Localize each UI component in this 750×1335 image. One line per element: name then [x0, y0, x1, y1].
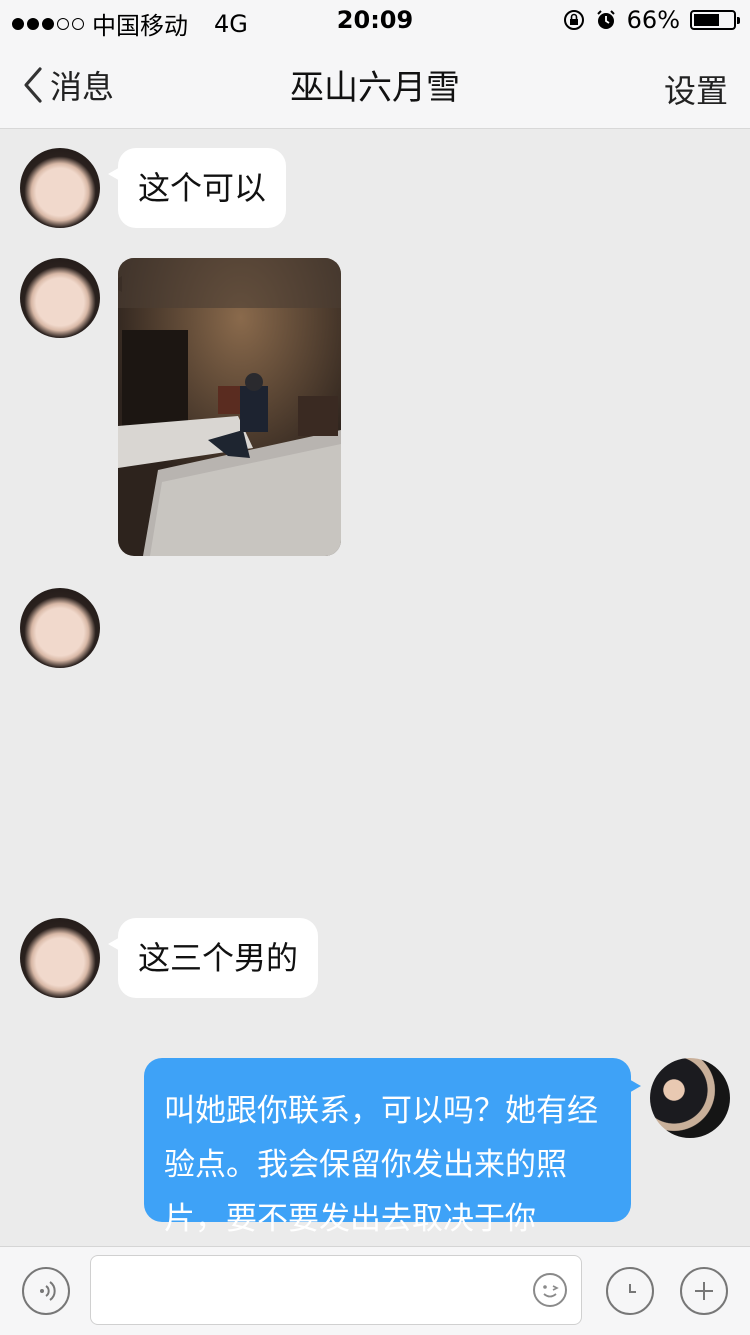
- contact-avatar[interactable]: [20, 148, 100, 228]
- plus-icon: [695, 1282, 713, 1300]
- signal-icon: [12, 17, 84, 30]
- contact-avatar[interactable]: [20, 918, 100, 998]
- message-text: 这个可以: [138, 169, 267, 207]
- battery-icon: [690, 10, 740, 30]
- voice-icon: [40, 1281, 56, 1301]
- carrier-label: 中国移动: [92, 12, 188, 40]
- battery-fill: [694, 14, 720, 26]
- emoji-icon[interactable]: [533, 1273, 567, 1307]
- status-left: 中国移动 4G: [12, 6, 248, 41]
- message-text: 叫她跟你联系，可以吗？她有经验点。我会保留你发出来的照片，要不要发出去取决于你: [164, 1093, 598, 1237]
- back-label: 消息: [50, 68, 115, 106]
- outgoing-message-bubble[interactable]: 叫她跟你联系，可以吗？她有经验点。我会保留你发出来的照片，要不要发出去取决于你: [144, 1058, 641, 1237]
- status-bar: 中国移动 4G 20:09 66%: [0, 0, 750, 40]
- network-label: 4G: [214, 9, 248, 38]
- contact-avatar[interactable]: [20, 588, 100, 668]
- status-right: 66%: [563, 6, 740, 34]
- clock-button[interactable]: [606, 1267, 654, 1315]
- voice-button[interactable]: [22, 1267, 70, 1315]
- back-button[interactable]: 消息: [20, 62, 114, 108]
- battery-percent: 66%: [626, 6, 680, 34]
- message-bubble[interactable]: 这个可以: [107, 148, 287, 228]
- hotel-room-photo: [118, 258, 341, 556]
- add-button[interactable]: [680, 1267, 728, 1315]
- clock-icon: [629, 1284, 636, 1293]
- chevron-left-icon: [24, 67, 42, 103]
- alarm-icon: [596, 10, 615, 29]
- message-photo[interactable]: [118, 258, 341, 556]
- settings-button[interactable]: 设置: [664, 66, 728, 112]
- nav-bar: 消息 巫山六月雪 设置: [0, 40, 750, 128]
- contact-avatar[interactable]: [20, 258, 100, 338]
- message-bubble[interactable]: 这三个男的: [107, 918, 319, 998]
- my-avatar[interactable]: [650, 1058, 730, 1138]
- emoji-face: [543, 1285, 559, 1298]
- orientation-lock-icon: [563, 10, 584, 30]
- top-bar: 中国移动 4G 20:09 66% 消息 巫山六月雪 设置: [0, 0, 750, 129]
- input-bar: [0, 1246, 750, 1335]
- message-text: 这三个男的: [138, 939, 299, 977]
- message-input[interactable]: [90, 1255, 582, 1325]
